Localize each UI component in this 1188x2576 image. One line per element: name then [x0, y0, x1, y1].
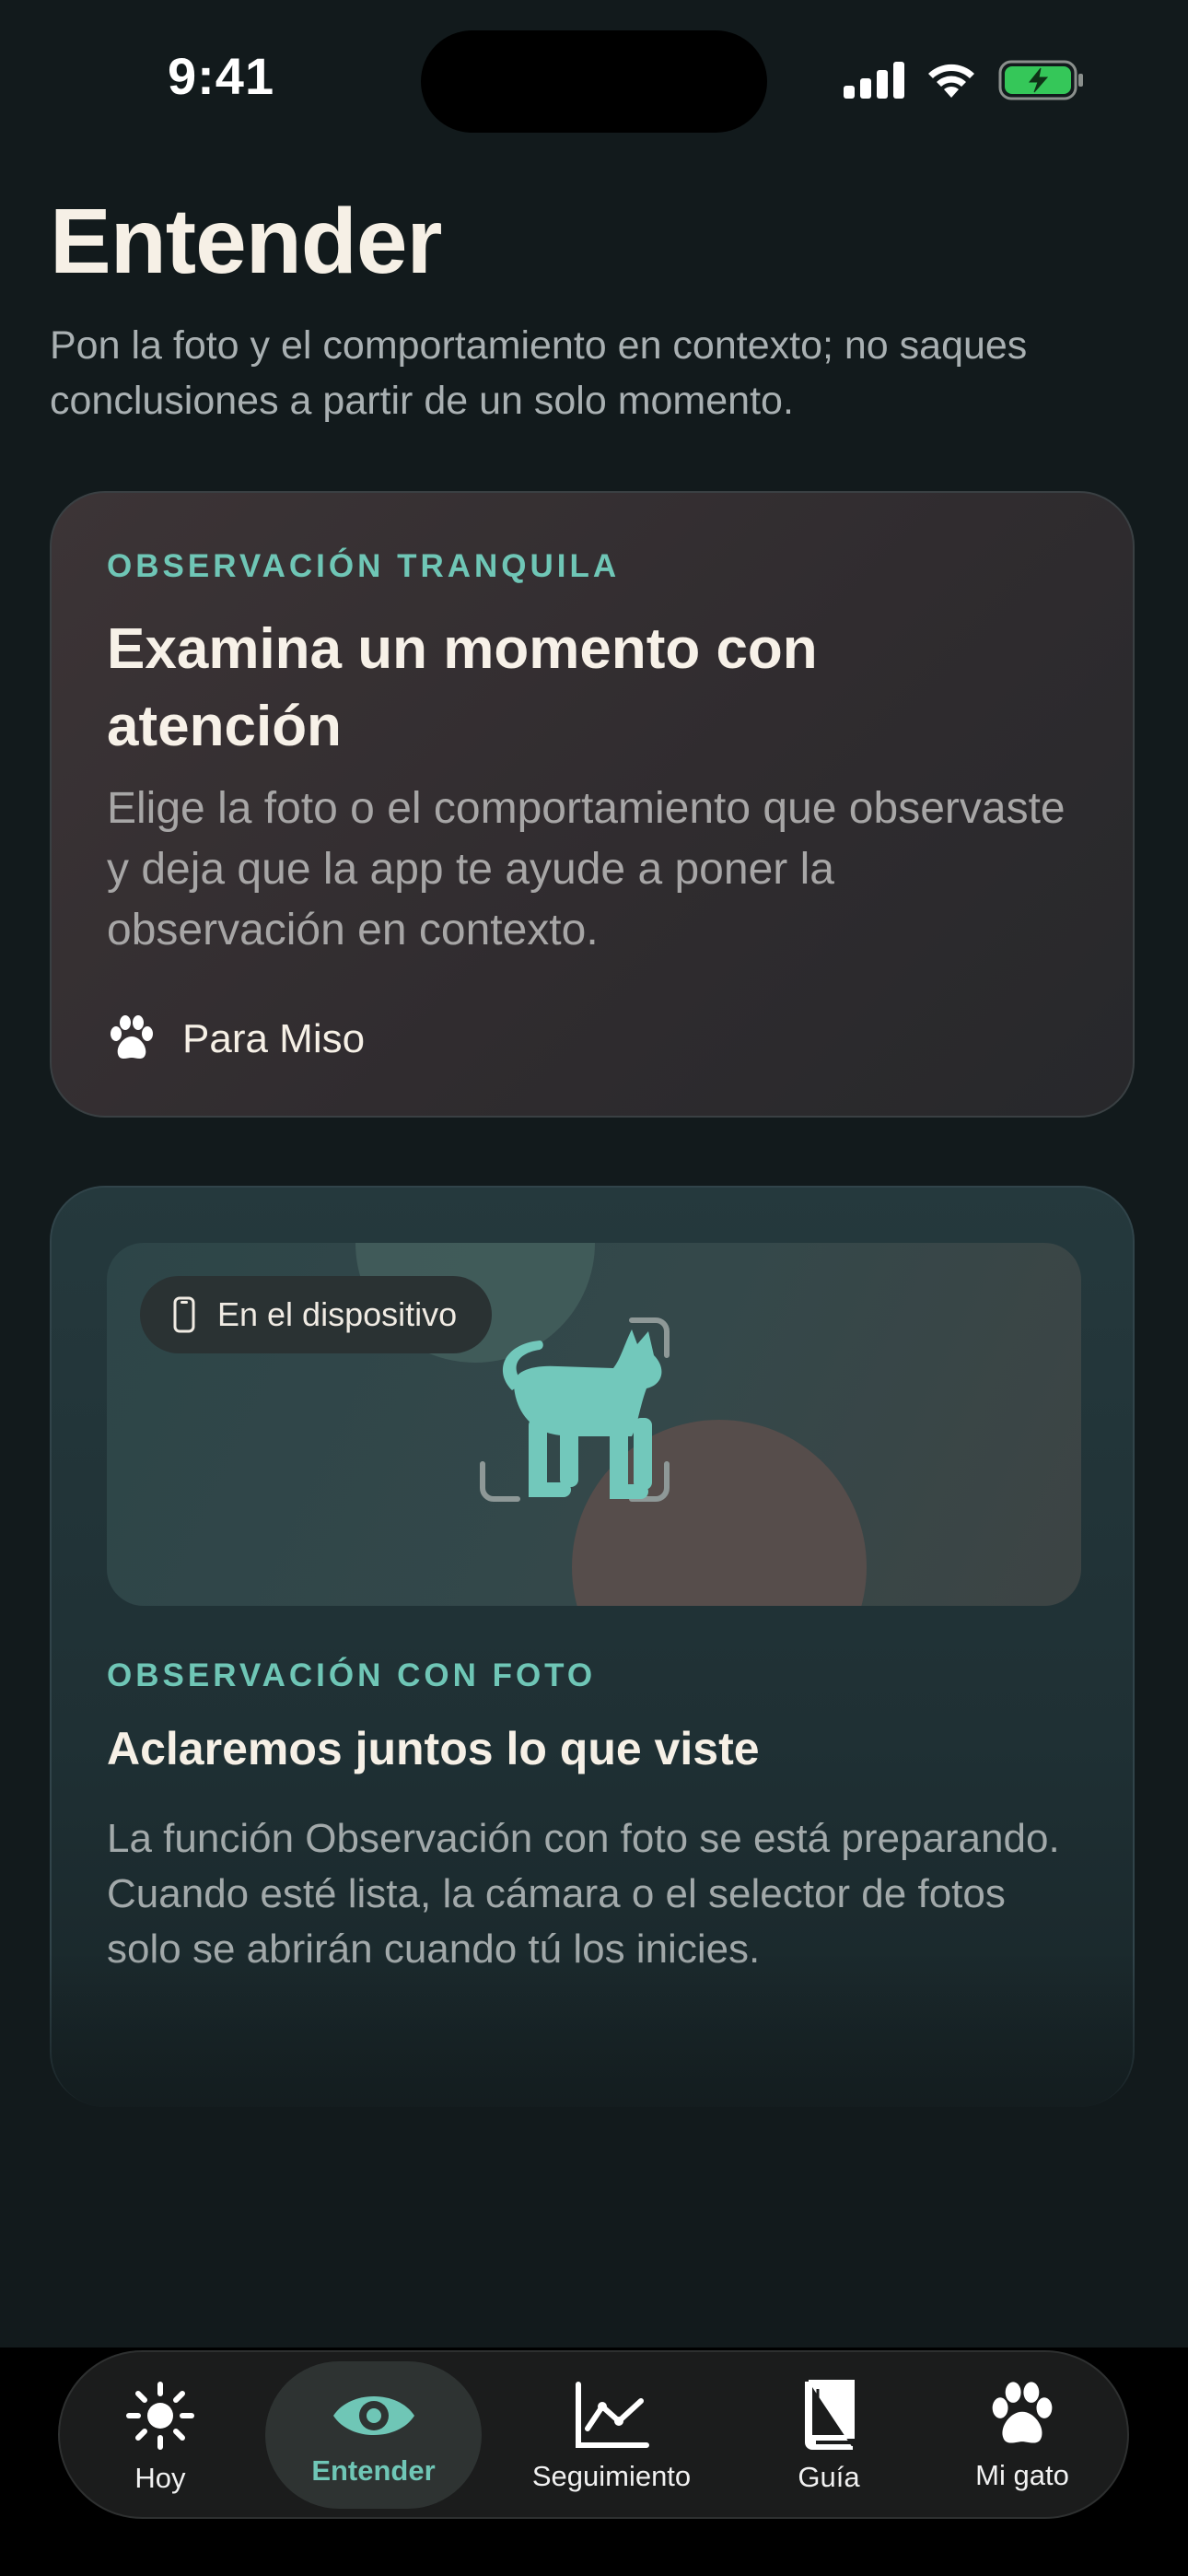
photo-card-body: La función Observación con foto se está …: [107, 1816, 1060, 1972]
tab-label: Guía: [798, 2460, 860, 2493]
quiet-observation-card[interactable]: OBSERVACIÓN TRANQUILA Examina un momento…: [50, 491, 1135, 1118]
sun-icon: [126, 2381, 194, 2450]
photo-card-eyebrow: OBSERVACIÓN CON FOTO: [107, 1657, 597, 1693]
tab-entender[interactable]: Entender: [265, 2352, 482, 2521]
signal-icon: [844, 62, 904, 99]
quiet-card-title: Examina un momento con atención: [107, 617, 818, 758]
quiet-card-eyebrow: OBSERVACIÓN TRANQUILA: [107, 548, 621, 584]
photo-card-title: Aclaremos juntos lo que viste: [107, 1723, 760, 1774]
status-icons: [844, 59, 1085, 101]
dynamic-island: [421, 30, 767, 133]
tab-seguimiento[interactable]: Seguimiento: [506, 2352, 717, 2521]
status-time: 9:41: [168, 47, 275, 105]
page-subtitle: Pon la foto y el comportamiento en conte…: [50, 323, 1028, 423]
tab-label: Seguimiento: [531, 2459, 692, 2492]
cat-name-label: Para Miso: [182, 1016, 366, 1061]
paw-icon: [111, 1015, 153, 1059]
tab-label: Hoy: [134, 2461, 186, 2494]
on-device-label: En el dispositivo: [217, 1295, 458, 1333]
scroll-fade: [0, 1953, 1188, 2156]
phone-icon: [173, 1296, 195, 1333]
photo-hero-illustration: En el dispositivo: [107, 1243, 1081, 1606]
chart-icon: [576, 2381, 649, 2448]
status-bar: 9:41: [0, 0, 1188, 157]
wifi-icon: [928, 64, 974, 98]
tab-mi-gato[interactable]: Mi gato: [944, 2352, 1101, 2521]
tab-bar: Hoy Entender Seguimiento Guía Mi gato: [58, 2350, 1129, 2519]
cat-icon: [480, 1317, 670, 1502]
cat-context-row: Para Miso: [107, 1012, 365, 1067]
tab-label: Entender: [311, 2453, 436, 2487]
eye-icon: [332, 2395, 414, 2435]
quiet-card-body: Elige la foto o el comportamiento que ob…: [107, 784, 1066, 954]
tab-label: Mi gato: [975, 2458, 1069, 2491]
book-icon: [805, 2379, 855, 2450]
battery-icon: [998, 60, 1083, 100]
paw-icon: [992, 2381, 1053, 2443]
tab-guia[interactable]: Guía: [760, 2352, 898, 2521]
page-title: Entender: [50, 190, 442, 293]
on-device-badge: En el dispositivo: [140, 1276, 493, 1353]
tab-hoy[interactable]: Hoy: [91, 2352, 229, 2521]
